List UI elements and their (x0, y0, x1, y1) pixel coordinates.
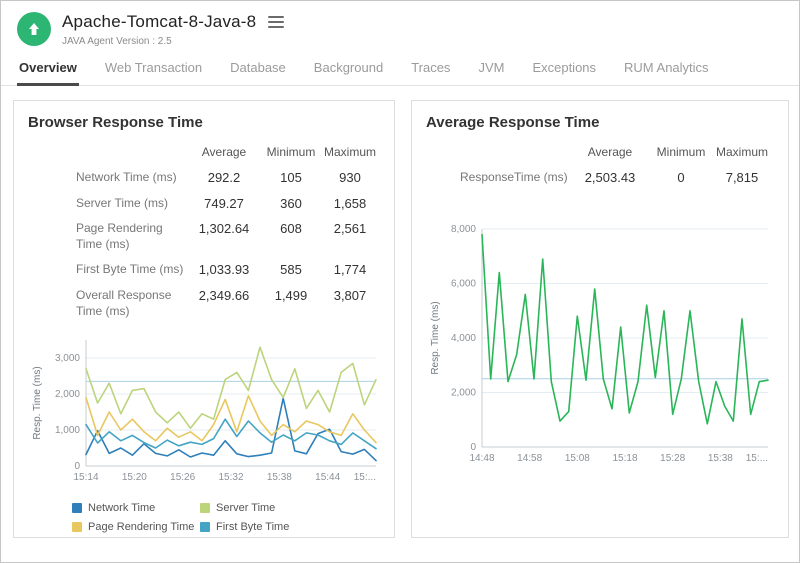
app-window: Apache-Tomcat-8-Java-8 JAVA Agent Versio… (0, 0, 800, 563)
svg-text:15:...: 15:... (746, 453, 768, 464)
metric-label: Page Rendering Time (ms) (28, 216, 186, 257)
panel-title: Average Response Time (426, 114, 774, 131)
tab-overview[interactable]: Overview (17, 51, 79, 86)
metric-value: 2,503.43 (568, 165, 652, 191)
browser-response-time-panel: Browser Response Time Average Minimum Ma… (13, 100, 395, 538)
legend-label: Page Rendering Time (88, 521, 194, 533)
col-maximum: Maximum (710, 141, 774, 165)
tab-jvm[interactable]: JVM (476, 51, 506, 86)
svg-text:Resp. Time (ms): Resp. Time (ms) (430, 301, 441, 374)
metric-label: First Byte Time (ms) (28, 257, 186, 283)
svg-text:15:20: 15:20 (122, 472, 147, 483)
metric-value: 1,658 (320, 191, 380, 217)
legend-swatch (72, 522, 82, 532)
legend-item-first-byte-time[interactable]: First Byte Time (200, 521, 380, 533)
chart-legend: Network Time Server Time Page Rendering … (72, 502, 380, 533)
metric-value: 7,815 (710, 165, 774, 191)
svg-text:4,000: 4,000 (451, 333, 476, 344)
metric-value: 608 (262, 216, 320, 257)
metric-value: 1,033.93 (186, 257, 262, 283)
metric-label: Server Time (ms) (28, 191, 186, 217)
svg-text:14:48: 14:48 (469, 453, 494, 464)
svg-text:15:28: 15:28 (660, 453, 685, 464)
legend-item-server-time[interactable]: Server Time (200, 502, 380, 514)
col-average: Average (568, 141, 652, 165)
tab-bar: Overview Web Transaction Database Backgr… (1, 51, 799, 86)
svg-text:15:18: 15:18 (612, 453, 637, 464)
metric-value: 2,349.66 (186, 283, 262, 324)
agent-version-label: JAVA Agent Version : 2.5 (62, 36, 284, 47)
content-area: Browser Response Time Average Minimum Ma… (1, 86, 799, 562)
col-minimum: Minimum (652, 141, 710, 165)
legend-label: Network Time (88, 502, 155, 514)
header: Apache-Tomcat-8-Java-8 JAVA Agent Versio… (1, 1, 799, 51)
metric-value: 749.27 (186, 191, 262, 217)
app-status-icon (17, 12, 51, 46)
up-arrow-icon (26, 21, 42, 37)
tab-rum-analytics[interactable]: RUM Analytics (622, 51, 711, 86)
col-spacer (28, 141, 186, 165)
svg-text:Resp. Time (ms): Resp. Time (ms) (32, 366, 43, 439)
legend-item-page-rendering-time[interactable]: Page Rendering Time (72, 521, 200, 533)
average-response-time-panel: Average Response Time Average Minimum Ma… (411, 100, 789, 538)
col-spacer (426, 141, 568, 165)
browser-response-time-chart[interactable]: 0 1,000 2,000 3,000 15:14 15:20 15:26 15:32 15:3… (28, 330, 382, 492)
svg-text:2,000: 2,000 (55, 389, 80, 400)
svg-text:0: 0 (470, 442, 476, 453)
svg-text:1,000: 1,000 (55, 425, 80, 436)
title-block: Apache-Tomcat-8-Java-8 JAVA Agent Versio… (62, 12, 284, 47)
col-maximum: Maximum (320, 141, 380, 165)
menu-icon[interactable] (268, 14, 284, 30)
browser-metrics-table: Average Minimum Maximum Network Time (ms… (28, 141, 380, 324)
svg-text:15:14: 15:14 (73, 472, 98, 483)
svg-text:15:26: 15:26 (170, 472, 195, 483)
col-average: Average (186, 141, 262, 165)
panel-title: Browser Response Time (28, 114, 380, 131)
page-title: Apache-Tomcat-8-Java-8 (62, 12, 256, 32)
metric-value: 292.2 (186, 165, 262, 191)
tab-background[interactable]: Background (312, 51, 385, 86)
metric-value: 585 (262, 257, 320, 283)
svg-text:15:44: 15:44 (315, 472, 340, 483)
svg-text:8,000: 8,000 (451, 224, 476, 235)
metric-label: Network Time (ms) (28, 165, 186, 191)
svg-text:15:38: 15:38 (708, 453, 733, 464)
svg-text:15:38: 15:38 (267, 472, 292, 483)
metric-value: 1,774 (320, 257, 380, 283)
metric-value: 360 (262, 191, 320, 217)
legend-label: Server Time (216, 502, 275, 514)
average-metrics-table: Average Minimum Maximum ResponseTime (ms… (426, 141, 774, 191)
metric-label: ResponseTime (ms) (426, 165, 568, 191)
metric-value: 1,302.64 (186, 216, 262, 257)
svg-text:3,000: 3,000 (55, 353, 80, 364)
metric-value: 0 (652, 165, 710, 191)
tab-web-transaction[interactable]: Web Transaction (103, 51, 204, 86)
tab-traces[interactable]: Traces (409, 51, 452, 86)
svg-text:0: 0 (74, 461, 80, 472)
col-minimum: Minimum (262, 141, 320, 165)
svg-text:15:08: 15:08 (565, 453, 590, 464)
legend-label: First Byte Time (216, 521, 289, 533)
legend-swatch (72, 503, 82, 513)
metric-value: 3,807 (320, 283, 380, 324)
average-response-time-chart[interactable]: 0 2,000 4,000 6,000 8,000 14:48 14:58 15:08 15:1… (426, 217, 776, 473)
legend-item-network-time[interactable]: Network Time (72, 502, 200, 514)
svg-text:15:...: 15:... (354, 472, 376, 483)
metric-value: 930 (320, 165, 380, 191)
metric-value: 2,561 (320, 216, 380, 257)
svg-text:15:32: 15:32 (218, 472, 243, 483)
metric-value: 105 (262, 165, 320, 191)
tab-exceptions[interactable]: Exceptions (530, 51, 598, 86)
svg-text:2,000: 2,000 (451, 387, 476, 398)
metric-value: 1,499 (262, 283, 320, 324)
tab-database[interactable]: Database (228, 51, 288, 86)
legend-swatch (200, 522, 210, 532)
svg-text:14:58: 14:58 (517, 453, 542, 464)
metric-label: Overall Response Time (ms) (28, 283, 186, 324)
svg-text:6,000: 6,000 (451, 278, 476, 289)
legend-swatch (200, 503, 210, 513)
